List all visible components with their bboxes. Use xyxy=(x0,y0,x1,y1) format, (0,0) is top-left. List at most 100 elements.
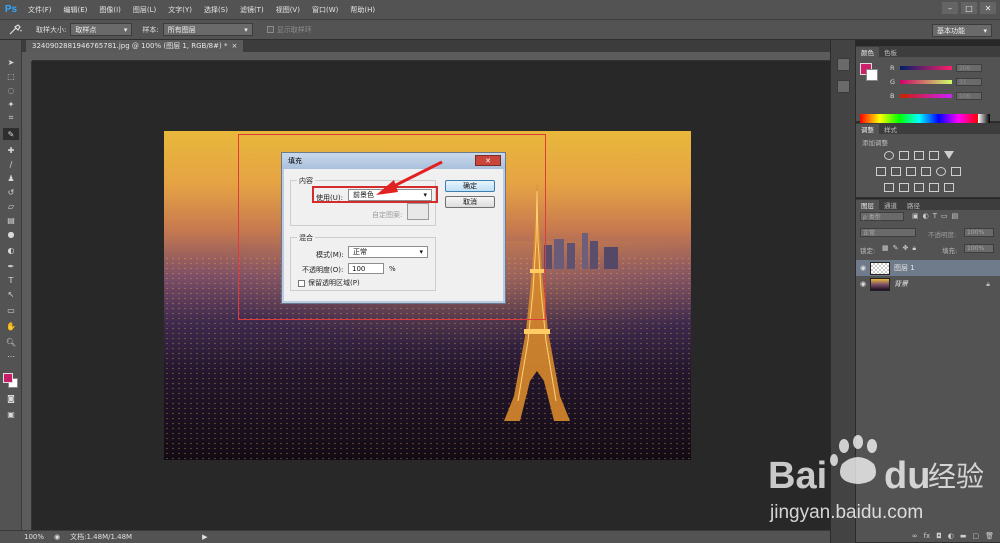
tab-color[interactable]: 颜色 xyxy=(856,47,879,57)
magic-wand-tool-icon[interactable]: ✦ xyxy=(3,98,19,110)
menu-file[interactable]: 文件(F) xyxy=(22,5,58,15)
menu-filter[interactable]: 滤镜(T) xyxy=(234,5,270,15)
color-balance-icon[interactable] xyxy=(891,167,901,176)
healing-brush-tool-icon[interactable]: ✚ xyxy=(3,144,19,156)
green-slider[interactable]: G 31 xyxy=(890,78,996,86)
dialog-close-button[interactable]: ✕ xyxy=(475,155,501,166)
tab-adjustments[interactable]: 调整 xyxy=(856,124,879,134)
hand-tool-icon[interactable]: ✋ xyxy=(3,320,19,332)
clone-stamp-tool-icon[interactable]: ♟ xyxy=(3,172,19,184)
vibrance-icon[interactable] xyxy=(944,151,954,159)
threshold-icon[interactable] xyxy=(914,183,924,192)
menu-type[interactable]: 文字(Y) xyxy=(162,5,198,15)
photo-filter-icon[interactable] xyxy=(921,167,931,176)
blue-value[interactable]: 106 xyxy=(956,92,982,100)
show-sampling-ring-checkbox[interactable]: 显示取样环 xyxy=(266,25,312,35)
path-selection-tool-icon[interactable]: ↖ xyxy=(3,288,19,300)
status-info-icon[interactable]: ◉ xyxy=(54,533,60,541)
blur-tool-icon[interactable]: ● xyxy=(3,228,19,240)
menu-image[interactable]: 图像(I) xyxy=(93,5,127,15)
zoom-level[interactable]: 100% xyxy=(24,533,44,541)
color-spectrum[interactable] xyxy=(860,114,978,123)
screen-mode-icon[interactable]: ▣ xyxy=(3,408,19,420)
history-panel-icon[interactable] xyxy=(837,58,850,71)
menu-layer[interactable]: 图层(L) xyxy=(127,5,162,15)
menu-select[interactable]: 选择(S) xyxy=(198,5,234,15)
zoom-tool-icon[interactable]: 🔍︎ xyxy=(3,336,19,348)
menu-window[interactable]: 窗口(W) xyxy=(306,5,344,15)
layer-kind-filter[interactable]: ρ 类型 xyxy=(860,212,904,221)
maximize-button[interactable]: □ xyxy=(961,2,977,14)
invert-icon[interactable] xyxy=(884,183,894,192)
minimize-button[interactable]: – xyxy=(942,2,958,14)
brush-tool-icon[interactable]: ∕ xyxy=(3,158,19,170)
menu-view[interactable]: 视图(V) xyxy=(270,5,306,15)
status-menu-arrow-icon[interactable]: ▶ xyxy=(202,533,207,541)
gradient-tool-icon[interactable]: ▤ xyxy=(3,214,19,226)
foreground-color-swatch[interactable] xyxy=(3,373,13,383)
background-color-swatch[interactable] xyxy=(866,69,878,81)
sample-size-select[interactable]: 取样点 ▾ xyxy=(70,23,133,36)
eraser-tool-icon[interactable]: ▱ xyxy=(3,200,19,212)
workspace-select[interactable]: 基本功能 ▾ xyxy=(932,24,992,37)
cancel-button[interactable]: 取消 xyxy=(445,196,495,208)
quick-mask-icon[interactable]: ◙ xyxy=(3,392,19,404)
red-slider-bar[interactable] xyxy=(900,66,952,70)
layer-row-background[interactable]: ◉ 背景 🔒︎ xyxy=(856,276,1000,292)
move-tool-icon[interactable]: ➤ xyxy=(3,56,19,68)
mode-select[interactable]: 正常 ▾ xyxy=(348,246,428,258)
channel-mixer-icon[interactable] xyxy=(936,167,946,176)
curves-icon[interactable] xyxy=(914,151,924,160)
layer-name[interactable]: 背景 xyxy=(894,279,908,289)
more-tools-icon[interactable]: ⋯ xyxy=(3,350,19,362)
eyedropper-tool-icon[interactable]: ✎ xyxy=(3,128,19,140)
color-lookup-icon[interactable] xyxy=(951,167,961,176)
tab-styles[interactable]: 样式 xyxy=(879,124,902,134)
levels-icon[interactable] xyxy=(899,151,909,160)
tab-paths[interactable]: 路径 xyxy=(902,200,925,210)
exposure-icon[interactable] xyxy=(929,151,939,160)
document-tab[interactable]: 3240902881946765781.jpg @ 100% (图层 1, RG… xyxy=(26,40,244,52)
layer-row-layer1[interactable]: ◉ 图层 1 xyxy=(856,260,1000,276)
green-value[interactable]: 31 xyxy=(956,78,982,86)
layer-opacity-field[interactable]: 100% xyxy=(964,228,994,237)
crop-tool-icon[interactable]: ⌗ xyxy=(3,112,19,124)
tab-channels[interactable]: 通道 xyxy=(879,200,902,210)
layer-fill-field[interactable]: 100% xyxy=(964,244,994,253)
blue-slider-bar[interactable] xyxy=(900,94,952,98)
eye-icon[interactable]: ◉ xyxy=(856,264,870,272)
close-window-button[interactable]: ✕ xyxy=(980,2,996,14)
menu-edit[interactable]: 编辑(E) xyxy=(58,5,94,15)
black-white-icon[interactable] xyxy=(906,167,916,176)
ok-button[interactable]: 确定 xyxy=(445,180,495,192)
tab-layers[interactable]: 图层 xyxy=(856,200,879,210)
sample-select[interactable]: 所有图层 ▾ xyxy=(162,23,253,36)
eye-icon[interactable]: ◉ xyxy=(856,280,870,288)
lock-icons[interactable]: ▦✎✥🔒︎ xyxy=(882,244,920,253)
selective-color-icon[interactable] xyxy=(929,183,939,192)
green-slider-bar[interactable] xyxy=(900,80,952,84)
menu-help[interactable]: 帮助(H) xyxy=(344,5,381,15)
blend-mode-select[interactable]: 正常 xyxy=(860,228,916,237)
rectangle-tool-icon[interactable]: ▭ xyxy=(3,304,19,316)
tab-swatches[interactable]: 色板 xyxy=(879,47,902,57)
type-tool-icon[interactable]: T xyxy=(3,274,19,286)
properties-panel-icon[interactable] xyxy=(837,80,850,93)
dodge-tool-icon[interactable]: ◐ xyxy=(3,244,19,256)
eyedropper-preset-icon[interactable] xyxy=(0,23,30,36)
preserve-transparency-checkbox[interactable]: 保留透明区域(P) xyxy=(298,278,360,288)
posterize-icon[interactable] xyxy=(899,183,909,192)
history-brush-tool-icon[interactable]: ↺ xyxy=(3,186,19,198)
pen-tool-icon[interactable]: ✒ xyxy=(3,260,19,272)
hue-saturation-icon[interactable] xyxy=(876,167,886,176)
close-icon[interactable]: × xyxy=(231,42,237,50)
gradient-map-icon[interactable] xyxy=(944,183,954,192)
red-value[interactable]: 206 xyxy=(956,64,982,72)
lasso-tool-icon[interactable]: ◌ xyxy=(3,84,19,96)
layer-name[interactable]: 图层 1 xyxy=(894,263,915,273)
grayscale-ramp[interactable] xyxy=(978,114,990,123)
opacity-input[interactable]: 100 xyxy=(348,263,384,274)
marquee-tool-icon[interactable]: ⬚ xyxy=(3,70,19,82)
layer-filter-icons[interactable]: ▣◐T▭▤ xyxy=(912,212,962,220)
red-slider[interactable]: R 206 xyxy=(890,64,996,72)
